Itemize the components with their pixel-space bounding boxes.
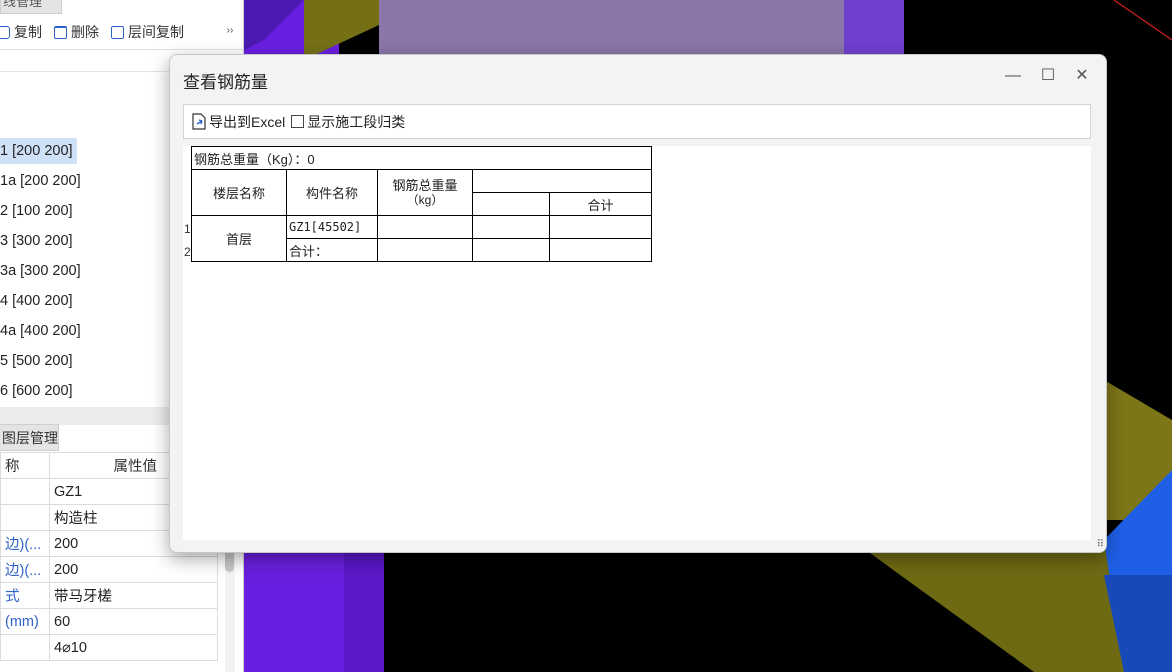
row-number: 1 (184, 222, 191, 236)
total-weight-cell: 钢筋总重量（Kg）：0 (191, 146, 652, 170)
floor-cell: 首层 (191, 215, 287, 262)
component-toolbar: 复制 删除 层间复制 ›› (0, 18, 243, 46)
row-number: 2 (184, 245, 191, 259)
component-name-header: 构件名称 (286, 169, 378, 216)
weight-header-unit: （kg） (406, 192, 444, 207)
sum-cell (549, 238, 652, 262)
sum-header: 合计 (549, 192, 652, 216)
copy-button[interactable]: 复制 (0, 22, 42, 42)
property-name: (mm) (0, 608, 50, 635)
table-header-row: 楼层名称 构件名称 钢筋总重量 （kg） (191, 169, 652, 216)
table-row[interactable]: 首层 GZ1[45502] (191, 215, 652, 262)
weight-cell (377, 215, 473, 239)
more-toolbar-button[interactable]: ›› (223, 22, 237, 40)
floor-name-header: 楼层名称 (191, 169, 287, 216)
property-value[interactable]: 带马牙槎 (49, 582, 218, 609)
rebar-table: 钢筋总重量（Kg）：0 楼层名称 构件名称 钢筋总重量 （kg） 合计 首层 G… (191, 146, 652, 262)
empty-cell (472, 215, 550, 239)
copy-icon (0, 25, 10, 39)
rebar-quantity-dialog: 查看钢筋量 — ☐ ✕ 导出到Excel 显示施工段归类 1 2 钢筋总重量（K… (169, 54, 1107, 553)
close-button[interactable]: ✕ (1071, 65, 1093, 87)
dialog-content: 1 2 钢筋总重量（Kg）：0 楼层名称 构件名称 钢筋总重量 （kg） 合计 … (183, 146, 1091, 540)
header-blank (472, 169, 652, 193)
table-row[interactable]: (mm) 60 (0, 608, 218, 635)
layer-management-tab[interactable]: 图层管理 (0, 424, 59, 451)
divider (0, 49, 243, 50)
resize-grip-icon[interactable]: ⠿ (1097, 539, 1104, 550)
weight-cell (377, 238, 473, 262)
component-cell: GZ1[45502] (286, 215, 378, 239)
export-icon (192, 113, 206, 130)
property-name (0, 478, 50, 505)
floor-copy-icon (111, 25, 124, 39)
dialog-toolbar: 导出到Excel 显示施工段归类 (183, 104, 1091, 139)
property-value[interactable]: 4⌀10 (49, 634, 218, 661)
minimize-button[interactable]: — (1002, 65, 1024, 87)
sum-cell (549, 215, 652, 239)
trash-icon (54, 25, 67, 39)
empty-cell (472, 238, 550, 262)
show-stage-checkbox[interactable]: 显示施工段归类 (291, 112, 405, 132)
table-row[interactable]: 4⌀10 (0, 634, 218, 661)
property-name (0, 504, 50, 531)
property-value[interactable]: 200 (49, 556, 218, 583)
table-row[interactable]: 边)(... 200 (0, 556, 218, 583)
maximize-button[interactable]: ☐ (1037, 65, 1059, 87)
table-row: 钢筋总重量（Kg）：0 (191, 146, 652, 170)
property-name: 边)(... (0, 530, 50, 557)
property-name: 边)(... (0, 556, 50, 583)
floor-copy-button[interactable]: 层间复制 (111, 22, 184, 42)
table-row[interactable]: 式带马牙槎 (0, 582, 218, 609)
checkbox-box[interactable] (291, 115, 305, 128)
weight-header-label: 钢筋总重量 (392, 177, 458, 193)
delete-button[interactable]: 删除 (54, 22, 99, 42)
export-excel-button[interactable]: 导出到Excel (192, 112, 285, 132)
weight-header: 钢筋总重量 （kg） (377, 169, 473, 216)
property-name: 式 (0, 582, 50, 609)
property-value[interactable]: 60 (49, 608, 218, 635)
dialog-title: 查看钢筋量 (183, 73, 268, 92)
component-list-tab[interactable]: 线管理 (0, 0, 62, 14)
property-name (0, 634, 50, 661)
header-blank (472, 192, 550, 216)
property-name-header: 称 (0, 452, 50, 479)
subtotal-label: 合计： (286, 238, 378, 262)
